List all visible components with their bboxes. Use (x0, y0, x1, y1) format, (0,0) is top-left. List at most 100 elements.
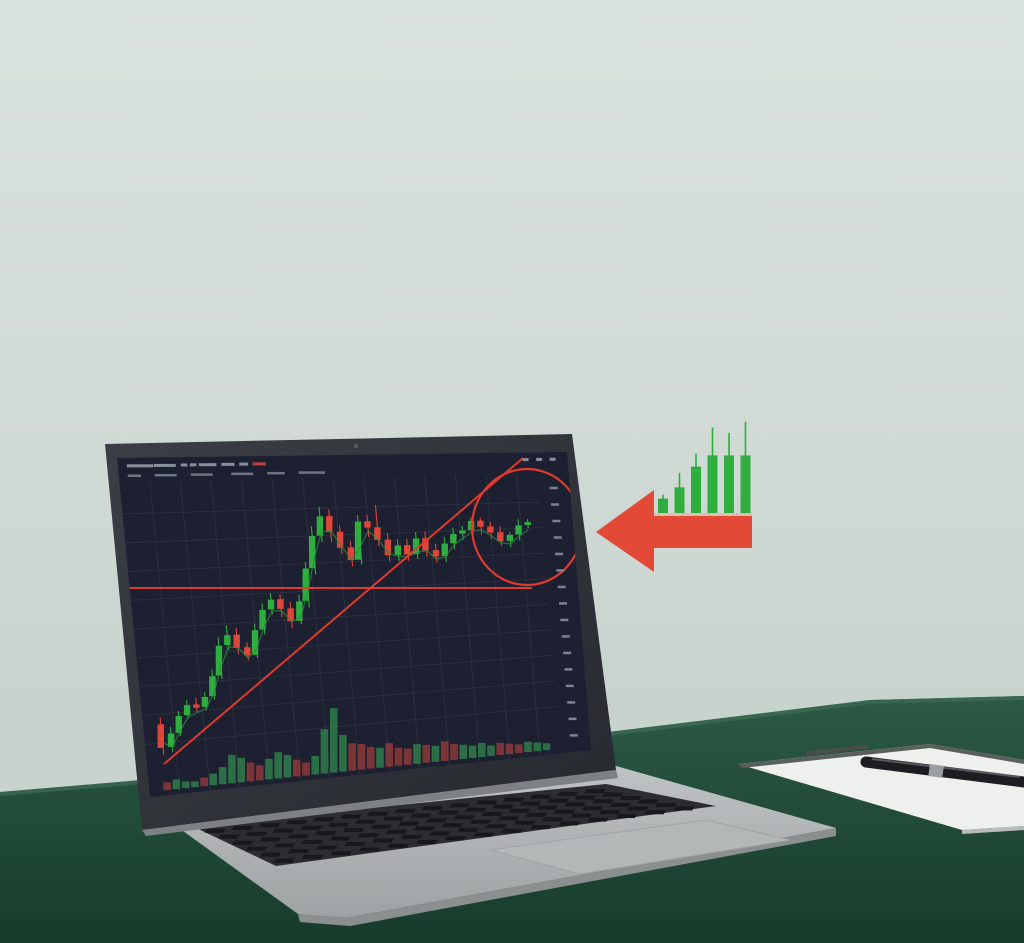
key (616, 813, 638, 818)
key (258, 823, 281, 828)
candle-body (487, 526, 494, 533)
key (673, 806, 695, 811)
volume-bar (385, 743, 394, 767)
toolbar-label (190, 473, 213, 476)
toolbar-item[interactable] (221, 462, 235, 466)
volume-bar (542, 743, 551, 751)
toolbar-label (127, 474, 142, 477)
key (421, 806, 443, 811)
volume-bar (329, 708, 338, 773)
key (441, 823, 464, 828)
icon-bar-body (724, 455, 734, 513)
icon-bar-body (691, 466, 701, 513)
key (644, 810, 666, 815)
price-tick-label (559, 602, 568, 605)
volume-bar (302, 762, 310, 776)
volume-bar (440, 741, 449, 761)
candle-body (459, 530, 466, 534)
key (367, 811, 389, 816)
key (492, 804, 514, 809)
window-control[interactable] (536, 457, 543, 461)
key (259, 852, 281, 857)
key (245, 846, 268, 851)
icon-bar-body (658, 498, 668, 513)
key (410, 813, 432, 818)
key (204, 828, 226, 833)
volume-bar (403, 748, 412, 765)
volume-bar (218, 767, 227, 785)
key (525, 813, 547, 818)
key (581, 806, 603, 811)
toolbar-item[interactable] (180, 463, 188, 467)
volume-bar (505, 743, 514, 755)
price-tick-label (549, 486, 558, 490)
volume-bar (172, 779, 181, 790)
key (530, 794, 552, 799)
price-tick-label (555, 552, 564, 556)
key (357, 833, 380, 838)
key (218, 834, 240, 839)
toolbar-item[interactable] (189, 463, 197, 467)
key (547, 798, 569, 803)
icon-baseline (654, 513, 752, 516)
volume-bar (487, 745, 495, 757)
candle-body (364, 521, 371, 528)
toolbar-item[interactable] (252, 462, 266, 466)
key (619, 796, 642, 801)
volume-bar (320, 729, 329, 774)
key (602, 792, 624, 797)
key (342, 827, 365, 832)
candle-body (394, 545, 402, 555)
price-tick-label (551, 503, 560, 506)
key (315, 831, 337, 836)
key (627, 806, 649, 811)
price-tick-label (557, 585, 566, 589)
price-tick-label (560, 618, 569, 622)
key (475, 800, 498, 805)
volume-bar (311, 756, 319, 775)
key (609, 802, 631, 807)
candle-body (183, 705, 191, 716)
key (536, 805, 559, 810)
volume-bar (413, 744, 421, 764)
toolbar-item[interactable] (239, 462, 249, 466)
webcam (353, 443, 359, 449)
key (328, 822, 350, 827)
key (457, 827, 479, 832)
key (444, 836, 466, 841)
volume-bar (265, 758, 273, 780)
key (245, 831, 268, 836)
candle-body (477, 520, 484, 527)
key (587, 817, 609, 822)
key (287, 834, 309, 839)
key (316, 845, 338, 850)
key (570, 813, 592, 818)
window-control[interactable] (522, 458, 529, 462)
volume-bar (283, 755, 292, 778)
price-tick-label (553, 536, 562, 539)
icon-bar (740, 421, 751, 513)
price-tick-label (561, 635, 570, 638)
key (425, 818, 448, 823)
key (259, 837, 282, 842)
key (394, 808, 416, 813)
volume-bar (348, 743, 357, 771)
toolbar-item[interactable] (198, 463, 217, 467)
candle-body (432, 550, 440, 557)
key (301, 854, 324, 859)
candle-body (302, 568, 309, 601)
volume-bar (246, 762, 255, 782)
key (231, 825, 254, 830)
price-tick-label (563, 651, 572, 655)
key (514, 820, 536, 825)
toolbar-item[interactable] (126, 464, 154, 468)
key (557, 791, 579, 796)
key (232, 840, 254, 845)
volume-bar (191, 781, 199, 788)
key (473, 832, 495, 837)
volume-bar (394, 747, 403, 766)
volume-bar (181, 781, 190, 789)
candle-body (157, 724, 164, 748)
toolbar-item[interactable] (153, 463, 176, 467)
window-control[interactable] (549, 457, 556, 461)
